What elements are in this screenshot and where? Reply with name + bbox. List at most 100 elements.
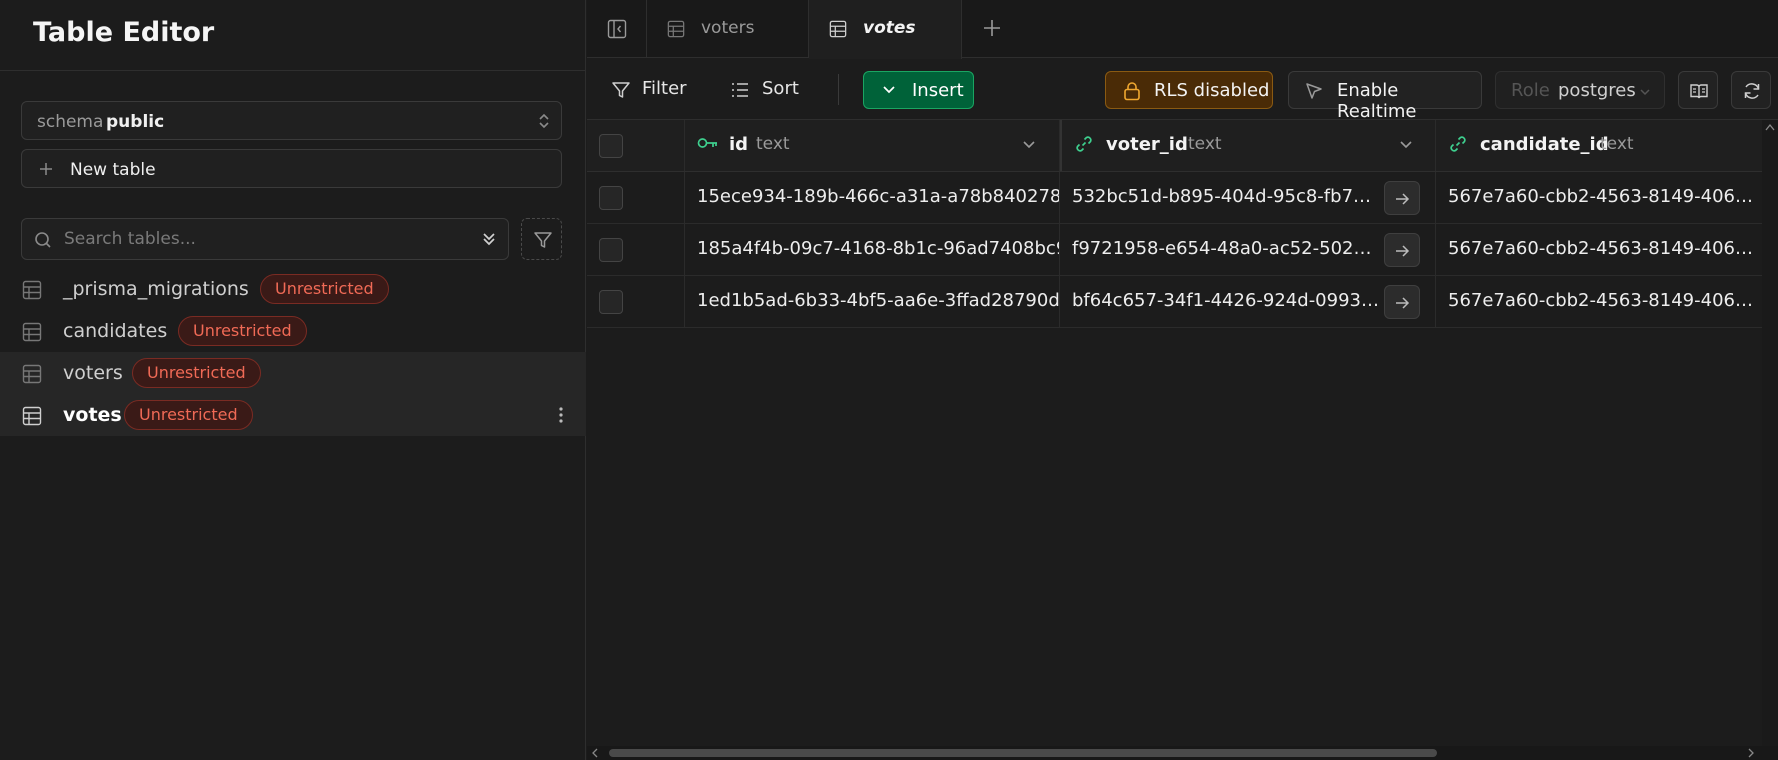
grid-header-row: id text voter_id text candidate_id text bbox=[587, 120, 1778, 172]
search-input[interactable] bbox=[62, 227, 462, 251]
schema-key: schema bbox=[37, 112, 104, 132]
api-docs-button[interactable] bbox=[1678, 71, 1718, 109]
row-select-cell bbox=[587, 276, 685, 327]
role-value: postgres bbox=[1558, 80, 1636, 101]
table-item-prisma-migrations[interactable]: _prisma_migrations Unrestricted bbox=[0, 268, 586, 310]
cell-value: bf64c657-34f1-4426-924d-099351… bbox=[1072, 290, 1382, 311]
column-name: voter_id bbox=[1106, 134, 1188, 155]
grid-toolbar: Filter Sort Insert RLS disabled Enable R… bbox=[587, 59, 1778, 122]
column-header-candidate-id[interactable]: candidate_id text bbox=[1436, 120, 1778, 171]
cell-id[interactable]: 1ed1b5ad-6b33-4bf5-aa6e-3ffad28790d4 bbox=[685, 276, 1060, 327]
sidebar-title: Table Editor bbox=[33, 17, 215, 48]
add-tab-plus-icon[interactable] bbox=[982, 18, 1002, 38]
cell-value: f9721958-e654-48a0-ac52-50278… bbox=[1072, 238, 1382, 259]
insert-label: Insert bbox=[912, 80, 964, 101]
row-checkbox[interactable] bbox=[599, 290, 623, 314]
chevron-down-icon bbox=[1640, 89, 1650, 96]
row-select-cell bbox=[587, 224, 685, 275]
sort-label: Sort bbox=[762, 78, 799, 99]
cell-value: 532bc51d-b895-404d-95c8-fb79e… bbox=[1072, 186, 1382, 207]
cell-candidate-id[interactable]: 567e7a60-cbb2-4563-8149-4065… bbox=[1436, 276, 1778, 327]
cell-id[interactable]: 185a4f4b-09c7-4168-8b1c-96ad7408bc9b bbox=[685, 224, 1060, 275]
sidebar: Table Editor schema public New table _pr… bbox=[0, 0, 586, 760]
table-item-label: _prisma_migrations bbox=[63, 278, 249, 300]
role-select[interactable]: Role postgres bbox=[1495, 71, 1665, 109]
column-name: id bbox=[729, 134, 749, 155]
table-item-label: voters bbox=[63, 362, 123, 384]
refresh-button[interactable] bbox=[1731, 71, 1771, 109]
plus-icon bbox=[38, 161, 54, 177]
rls-disabled-button[interactable]: RLS disabled bbox=[1105, 71, 1273, 109]
follow-reference-button[interactable] bbox=[1384, 233, 1420, 267]
cell-voter-id[interactable]: bf64c657-34f1-4426-924d-099351… bbox=[1060, 276, 1436, 327]
row-checkbox[interactable] bbox=[599, 186, 623, 210]
follow-reference-button[interactable] bbox=[1384, 285, 1420, 319]
cell-value: 567e7a60-cbb2-4563-8149-4065… bbox=[1448, 238, 1758, 259]
toolbar-divider bbox=[838, 74, 839, 105]
column-name: candidate_id bbox=[1480, 134, 1609, 155]
cell-candidate-id[interactable]: 567e7a60-cbb2-4563-8149-4065… bbox=[1436, 224, 1778, 275]
schema-select[interactable]: schema public bbox=[21, 101, 562, 140]
lock-icon bbox=[1124, 82, 1140, 101]
column-type: text bbox=[1600, 134, 1634, 154]
table-grid-icon bbox=[667, 20, 685, 38]
horizontal-scroll-thumb[interactable] bbox=[609, 749, 1437, 757]
chevron-updown-icon bbox=[537, 112, 551, 130]
cell-candidate-id[interactable]: 567e7a60-cbb2-4563-8149-4065… bbox=[1436, 172, 1778, 223]
filter-tables-button[interactable] bbox=[521, 218, 562, 260]
table-grid-icon bbox=[22, 406, 42, 426]
scroll-left-arrow-icon[interactable] bbox=[591, 748, 599, 758]
table-item-voters[interactable]: voters Unrestricted bbox=[0, 352, 586, 394]
chevrons-down-icon[interactable] bbox=[480, 230, 498, 248]
search-tables-box[interactable] bbox=[21, 218, 509, 260]
insert-button[interactable]: Insert bbox=[863, 71, 974, 109]
table-item-votes[interactable]: votes Unrestricted bbox=[0, 394, 586, 436]
refresh-icon bbox=[1744, 83, 1760, 99]
cell-voter-id[interactable]: f9721958-e654-48a0-ac52-50278… bbox=[1060, 224, 1436, 275]
vertical-scrollbar[interactable] bbox=[1762, 120, 1778, 746]
tab-votes[interactable]: votes bbox=[809, 0, 962, 59]
schema-value: public bbox=[106, 112, 165, 132]
unrestricted-badge: Unrestricted bbox=[178, 316, 307, 346]
horizontal-scrollbar[interactable] bbox=[587, 746, 1778, 760]
table-grid-icon bbox=[829, 20, 847, 38]
row-select-cell bbox=[587, 172, 685, 223]
table-row: 1ed1b5ad-6b33-4bf5-aa6e-3ffad28790d4 bf6… bbox=[587, 276, 1778, 328]
table-row: 15ece934-189b-466c-a31a-a78b84027800 532… bbox=[587, 172, 1778, 224]
enable-realtime-button[interactable]: Enable Realtime bbox=[1288, 71, 1482, 122]
collapse-sidebar-button[interactable] bbox=[587, 0, 647, 58]
scroll-right-arrow-icon[interactable] bbox=[1747, 748, 1755, 758]
cell-value: 15ece934-189b-466c-a31a-a78b84027800 bbox=[697, 186, 1060, 207]
column-type: text bbox=[756, 134, 790, 154]
chevron-down-icon bbox=[883, 86, 895, 94]
scroll-up-arrow-icon bbox=[1765, 123, 1775, 131]
key-icon bbox=[697, 136, 719, 150]
select-all-checkbox[interactable] bbox=[599, 134, 623, 158]
chevron-down-icon[interactable] bbox=[1399, 140, 1413, 150]
row-checkbox[interactable] bbox=[599, 238, 623, 262]
cell-voter-id[interactable]: 532bc51d-b895-404d-95c8-fb79e… bbox=[1060, 172, 1436, 223]
more-vertical-icon[interactable] bbox=[558, 406, 564, 424]
table-item-label: candidates bbox=[63, 320, 168, 342]
cell-value: 567e7a60-cbb2-4563-8149-4065… bbox=[1448, 290, 1758, 311]
column-type: text bbox=[1188, 134, 1222, 154]
chevron-down-icon[interactable] bbox=[1022, 140, 1036, 150]
cell-id[interactable]: 15ece934-189b-466c-a31a-a78b84027800 bbox=[685, 172, 1060, 223]
search-icon bbox=[34, 231, 52, 249]
unrestricted-badge: Unrestricted bbox=[124, 400, 253, 430]
tab-voters[interactable]: voters bbox=[647, 0, 809, 58]
list-icon bbox=[732, 83, 748, 97]
column-header-id[interactable]: id text bbox=[685, 120, 1060, 171]
table-item-candidates[interactable]: candidates Unrestricted bbox=[0, 310, 586, 352]
book-open-icon bbox=[1690, 84, 1708, 99]
follow-reference-button[interactable] bbox=[1384, 181, 1420, 215]
arrow-right-icon bbox=[1396, 193, 1410, 205]
table-item-label: votes bbox=[63, 404, 122, 426]
filter-icon bbox=[612, 82, 630, 98]
tab-bar: voters votes bbox=[587, 0, 1778, 59]
new-table-button[interactable]: New table bbox=[21, 149, 562, 188]
divider bbox=[0, 70, 586, 71]
cell-value: 567e7a60-cbb2-4563-8149-4065… bbox=[1448, 186, 1758, 207]
column-header-voter-id[interactable]: voter_id text bbox=[1060, 120, 1436, 171]
panel-left-icon bbox=[607, 19, 627, 39]
